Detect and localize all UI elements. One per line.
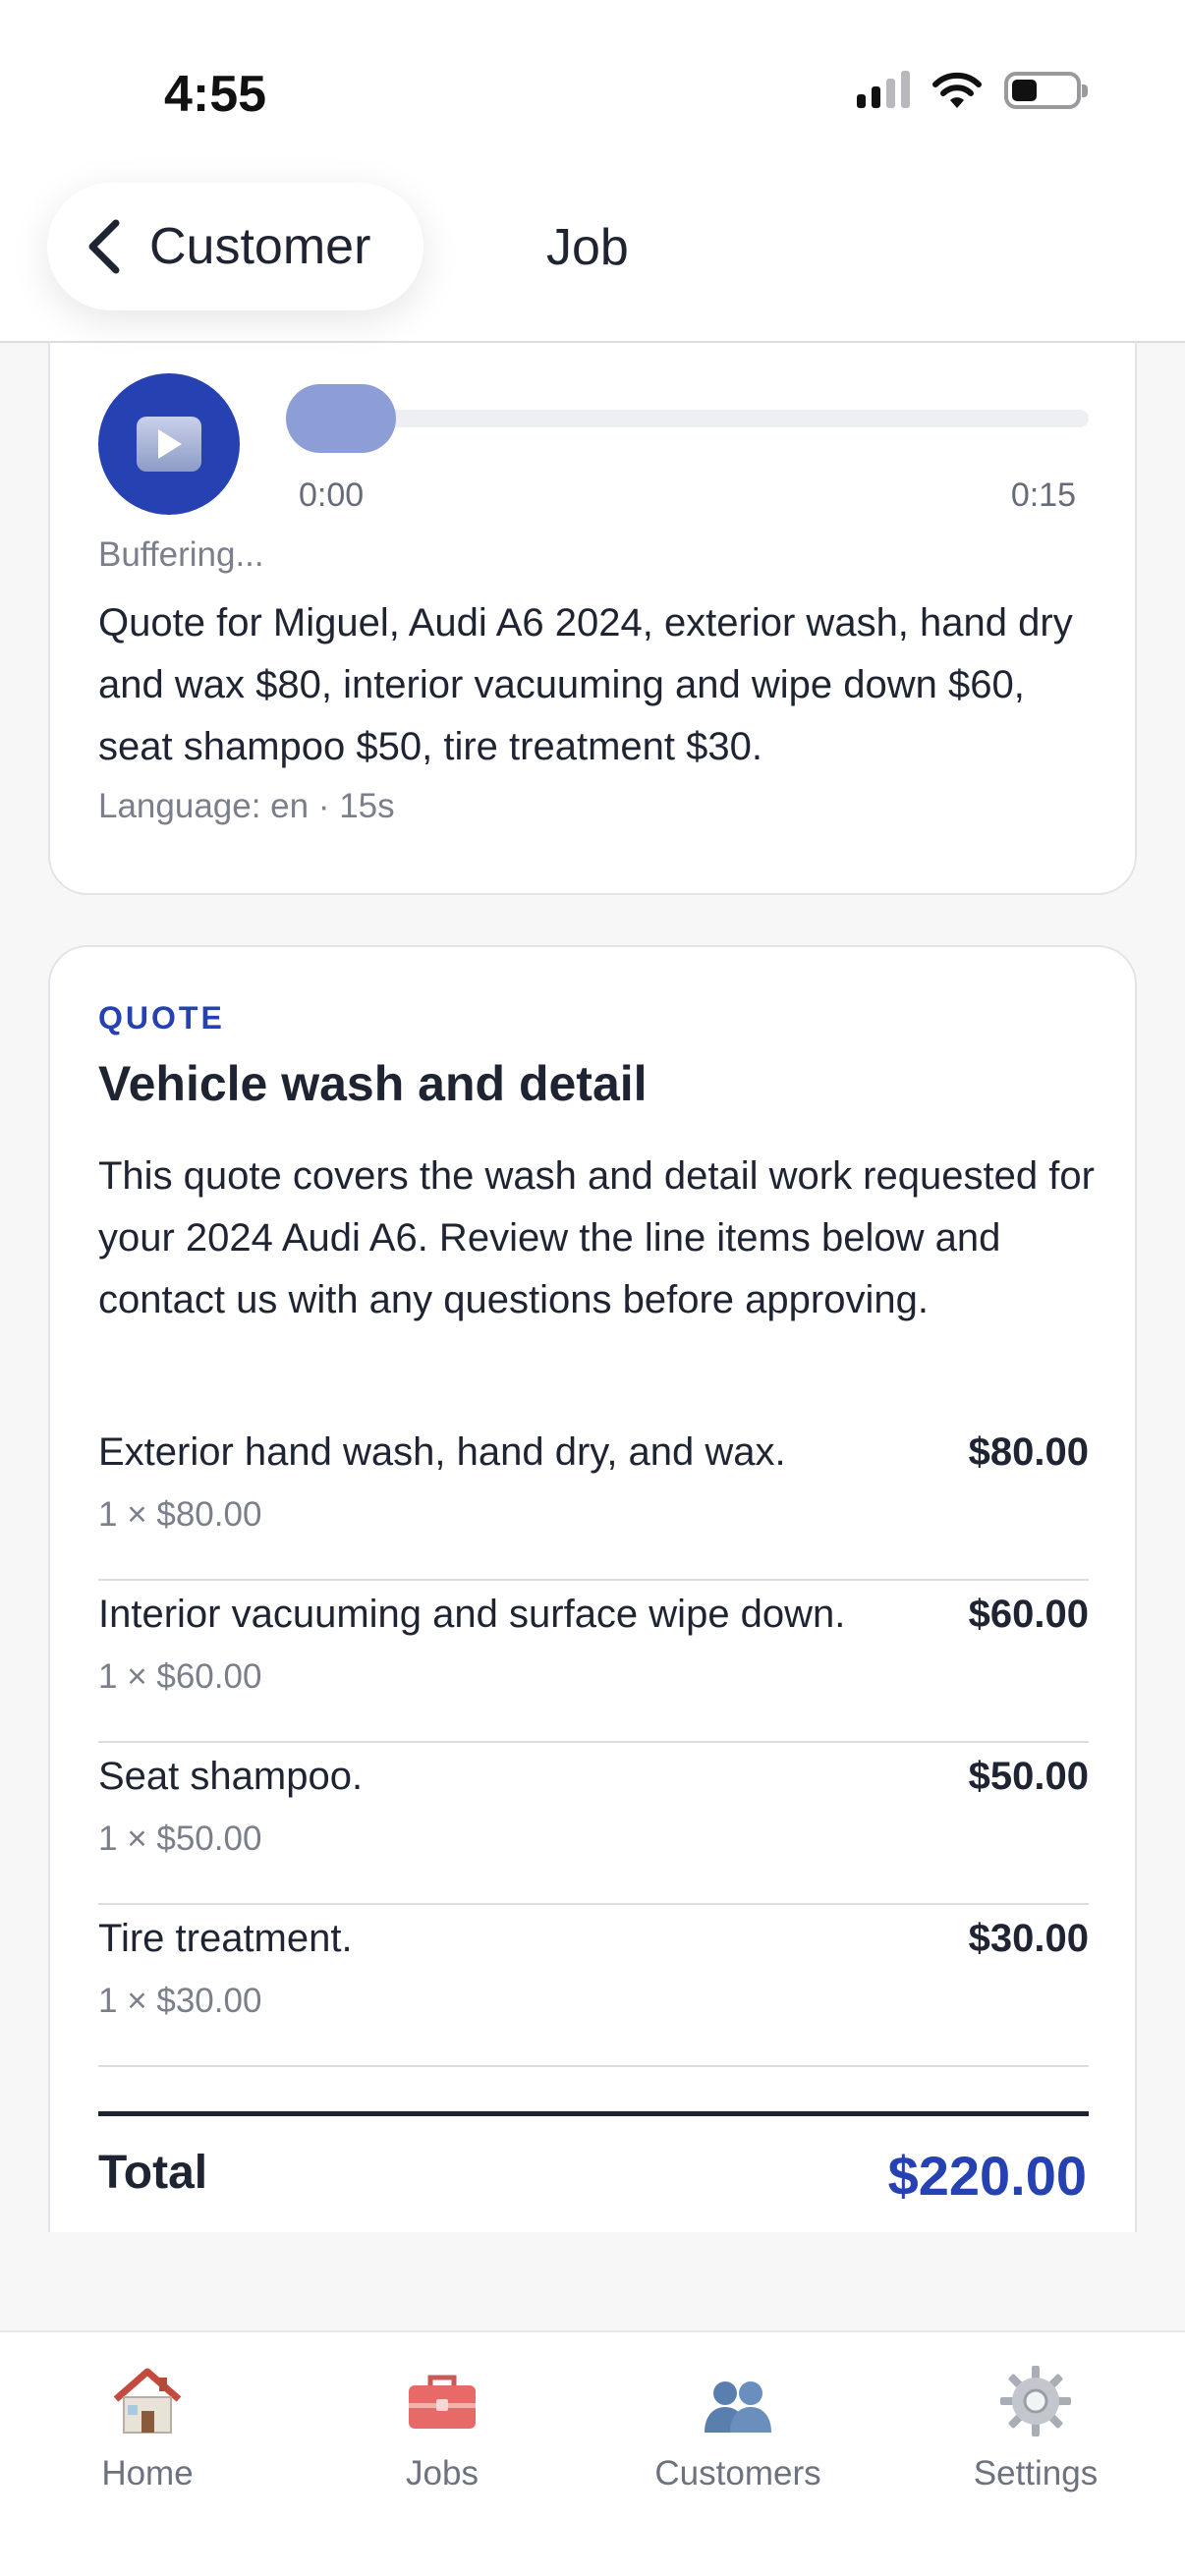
line-item-qty: 1 × $50.00	[98, 1820, 262, 1858]
total-label: Total	[98, 2147, 208, 2199]
line-item: Exterior hand wash, hand dry, and wax. $…	[98, 1419, 1089, 1581]
play-button[interactable]	[98, 373, 240, 515]
quote-kicker: QUOTE	[98, 1000, 225, 1036]
line-item-amount: $50.00	[968, 1755, 1089, 1798]
back-button[interactable]: Customer	[47, 183, 423, 310]
line-item-amount: $30.00	[968, 1917, 1089, 1960]
voice-note-card: 0:00 0:15 Buffering... Quote for Miguel,…	[48, 343, 1137, 895]
tab-home[interactable]: Home	[39, 2362, 255, 2509]
line-item: Tire treatment. $30.00 1 × $30.00	[98, 1905, 1089, 2067]
battery-icon	[1004, 72, 1088, 109]
line-item-amount: $80.00	[968, 1430, 1089, 1474]
status-icons	[857, 71, 1088, 110]
transcript-meta: Language: en · 15s	[98, 787, 395, 825]
page-title: Job	[546, 219, 629, 276]
line-item: Seat shampoo. $50.00 1 × $50.00	[98, 1743, 1089, 1905]
line-item: Interior vacuuming and surface wipe down…	[98, 1581, 1089, 1743]
line-item-name: Interior vacuuming and surface wipe down…	[98, 1593, 846, 1636]
house-icon	[113, 2368, 182, 2434]
duration: 0:15	[1010, 476, 1076, 514]
quote-description: This quote covers the wash and detail wo…	[98, 1154, 1095, 1321]
cellular-signal-icon	[857, 71, 910, 108]
line-item-qty: 1 × $80.00	[98, 1495, 262, 1534]
current-time: 0:00	[299, 476, 365, 514]
line-item-name: Exterior hand wash, hand dry, and wax.	[98, 1430, 786, 1474]
tab-label: Home	[101, 2454, 194, 2492]
tab-bar: Home Jobs Customers Settings	[0, 2330, 1185, 2576]
audio-progress-slider[interactable]	[286, 384, 1089, 453]
play-icon	[137, 417, 201, 472]
line-item-amount: $60.00	[968, 1593, 1089, 1636]
tab-label: Settings	[973, 2454, 1099, 2492]
tab-label: Customers	[654, 2454, 821, 2492]
buffering-status: Buffering...	[98, 535, 264, 574]
job-screen: 4:55 Customer Job 0:00 0:15 Buffering...…	[0, 0, 1185, 2576]
total-divider	[98, 2111, 1089, 2116]
people-icon	[705, 2381, 771, 2433]
header: 4:55 Customer Job	[0, 0, 1185, 343]
chevron-left-icon	[88, 219, 120, 274]
line-item-qty: 1 × $60.00	[98, 1657, 262, 1696]
toolbox-icon	[409, 2375, 476, 2429]
line-item-qty: 1 × $30.00	[98, 1982, 262, 2020]
line-item-name: Seat shampoo.	[98, 1755, 364, 1798]
tab-jobs[interactable]: Jobs	[334, 2362, 550, 2509]
scroll-content[interactable]: 0:00 0:15 Buffering... Quote for Miguel,…	[0, 343, 1185, 2232]
tab-settings[interactable]: Settings	[928, 2362, 1144, 2509]
tab-customers[interactable]: Customers	[630, 2362, 846, 2509]
line-item-name: Tire treatment.	[98, 1917, 353, 1960]
line-items: Exterior hand wash, hand dry, and wax. $…	[98, 1419, 1089, 2067]
wifi-icon	[932, 72, 982, 108]
gear-icon	[1000, 2366, 1071, 2436]
transcript-text: Quote for Miguel, Audi A6 2024, exterior…	[98, 601, 1073, 768]
quote-title: Vehicle wash and detail	[98, 1056, 648, 1111]
slider-thumb[interactable]	[286, 384, 396, 453]
total-value: $220.00	[887, 2145, 1087, 2207]
quote-card: QUOTE Vehicle wash and detail This quote…	[48, 945, 1137, 2232]
tab-label: Jobs	[406, 2454, 479, 2492]
back-button-label: Customer	[149, 218, 371, 275]
status-time: 4:55	[164, 66, 267, 123]
